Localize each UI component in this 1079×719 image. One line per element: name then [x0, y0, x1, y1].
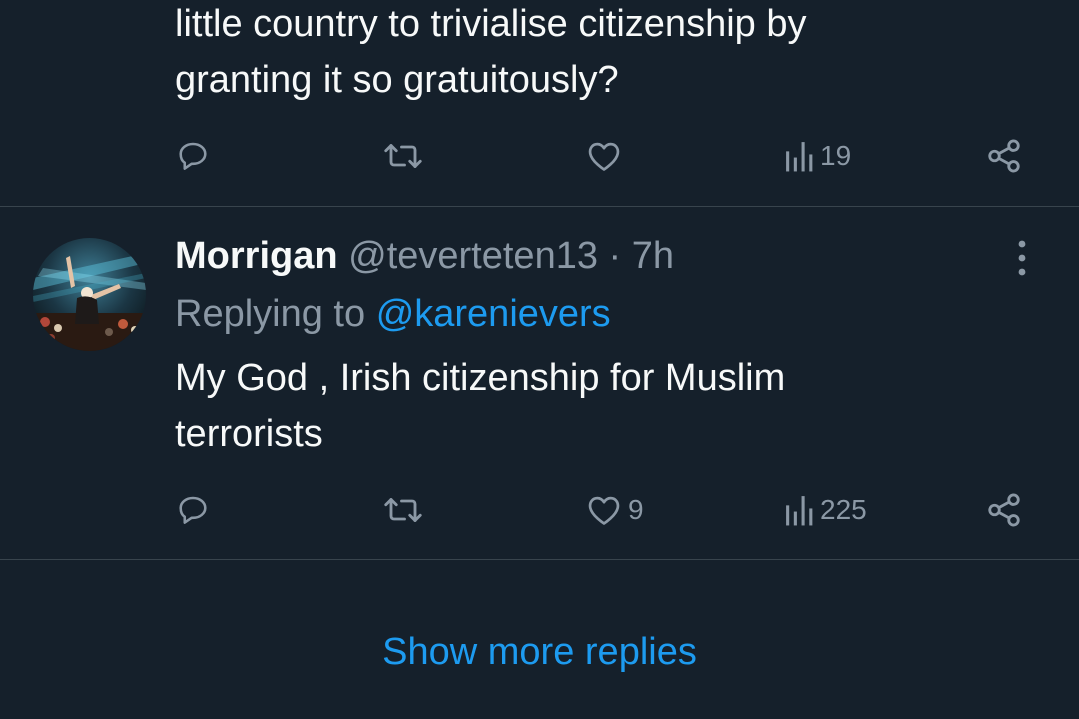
more-options-button[interactable] [1002, 236, 1042, 280]
meta-separator: · [608, 235, 622, 277]
views-button[interactable]: 19 [784, 126, 851, 186]
like-button[interactable] [584, 126, 628, 186]
tweet-1-text-line: little country to trivialise citizenship… [175, 3, 807, 45]
display-name[interactable]: Morrigan [175, 235, 338, 277]
reply-bubble-icon [179, 142, 207, 170]
replying-to: Replying to @karenievers [175, 286, 611, 342]
tweet-1-action-bar: 19 [0, 126, 1079, 186]
tweet-2-header: Morrigan @teverteten13 · 7h [175, 228, 674, 284]
replying-to-label: Replying to [175, 293, 366, 335]
tweet-1-text: little country to trivialise citizenship… [175, 0, 806, 108]
views-bar-chart-icon [786, 496, 813, 526]
share-icon [988, 139, 1020, 173]
tweet-divider [0, 559, 1079, 560]
share-button[interactable] [985, 480, 1023, 540]
tweet-2-text: My God , Irish citizenship for Muslim te… [175, 350, 785, 462]
avatar[interactable] [33, 238, 146, 351]
more-vertical-icon [1018, 240, 1026, 276]
heart-icon [588, 496, 620, 525]
views-bar-chart-icon [786, 142, 813, 172]
share-button[interactable] [985, 126, 1023, 186]
user-handle[interactable]: @teverteten13 [348, 235, 598, 277]
views-count: 19 [820, 140, 852, 171]
tweet-2-action-bar: 9 225 [0, 480, 1079, 540]
share-icon [988, 493, 1020, 527]
tweet-divider [0, 206, 1079, 207]
timestamp[interactable]: 7h [632, 235, 674, 277]
retweet-icon [384, 498, 422, 522]
replying-to-handle[interactable]: @karenievers [376, 293, 611, 335]
retweet-icon [384, 144, 422, 168]
show-more-replies-button[interactable]: Show more replies [0, 622, 1079, 682]
tweet-2-text-line: terrorists [175, 413, 323, 455]
reply-button[interactable] [175, 126, 211, 186]
views-count: 225 [820, 494, 867, 525]
heart-icon [588, 142, 620, 171]
tweet-1-text-line: granting it so gratuitously? [175, 59, 619, 101]
like-button[interactable]: 9 [584, 480, 644, 540]
like-count: 9 [628, 494, 644, 525]
retweet-button[interactable] [382, 480, 424, 540]
avatar-image [33, 238, 146, 351]
retweet-button[interactable] [382, 126, 424, 186]
views-button[interactable]: 225 [784, 480, 867, 540]
reply-bubble-icon [179, 496, 207, 524]
tweet-2-text-line: My God , Irish citizenship for Muslim [175, 357, 786, 399]
reply-thread: little country to trivialise citizenship… [0, 0, 1079, 719]
reply-button[interactable] [175, 480, 211, 540]
